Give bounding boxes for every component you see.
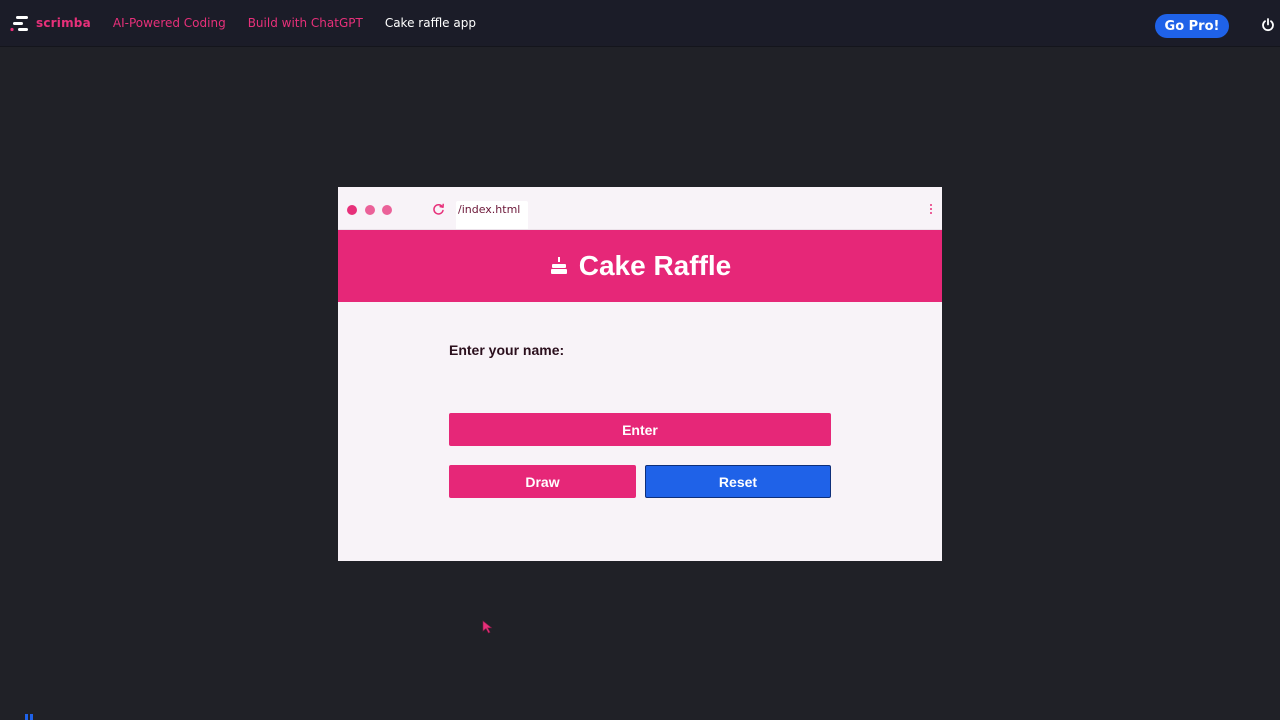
breadcrumb-current-cake-raffle-app: Cake raffle app (384, 16, 476, 30)
name-label: Enter your name: (449, 342, 565, 358)
player-corner-icon (25, 714, 33, 720)
app-body: Enter your name: Enter Draw Reset (338, 302, 942, 560)
reset-button[interactable]: Reset (645, 465, 831, 498)
power-icon[interactable] (1261, 18, 1275, 32)
cake-icon (550, 257, 567, 274)
reload-icon[interactable] (432, 203, 445, 216)
go-pro-button[interactable]: Go Pro! (1155, 14, 1229, 38)
breadcrumb-build-with-chatgpt[interactable]: Build with ChatGPT (248, 16, 363, 30)
app-title-text: Cake Raffle (578, 250, 732, 281)
scrimba-logo[interactable]: scrimba (9, 0, 91, 46)
url-tab[interactable]: /index.html (456, 201, 528, 229)
app-header: Cake Raffle (338, 230, 942, 302)
logo-text: scrimba (36, 16, 91, 30)
window-dot-minimize[interactable] (365, 205, 375, 215)
browser-chrome-bar: /index.html (338, 187, 942, 230)
scrimba-logo-icon (10, 16, 28, 32)
window-dot-maximize[interactable] (382, 205, 392, 215)
app-title: Cake Raffle (549, 250, 732, 282)
window-dot-close[interactable] (347, 205, 357, 215)
draw-button[interactable]: Draw (449, 465, 636, 498)
breadcrumb-ai-powered-coding[interactable]: AI-Powered Coding (113, 16, 226, 30)
browser-preview-window: /index.html Cake Raffle Enter your name:… (338, 187, 942, 561)
enter-button[interactable]: Enter (449, 413, 831, 446)
top-nav-bar: scrimba AI-Powered Coding Build with Cha… (0, 0, 1280, 47)
cursor-icon (482, 620, 493, 634)
kebab-menu-icon[interactable] (929, 202, 933, 216)
